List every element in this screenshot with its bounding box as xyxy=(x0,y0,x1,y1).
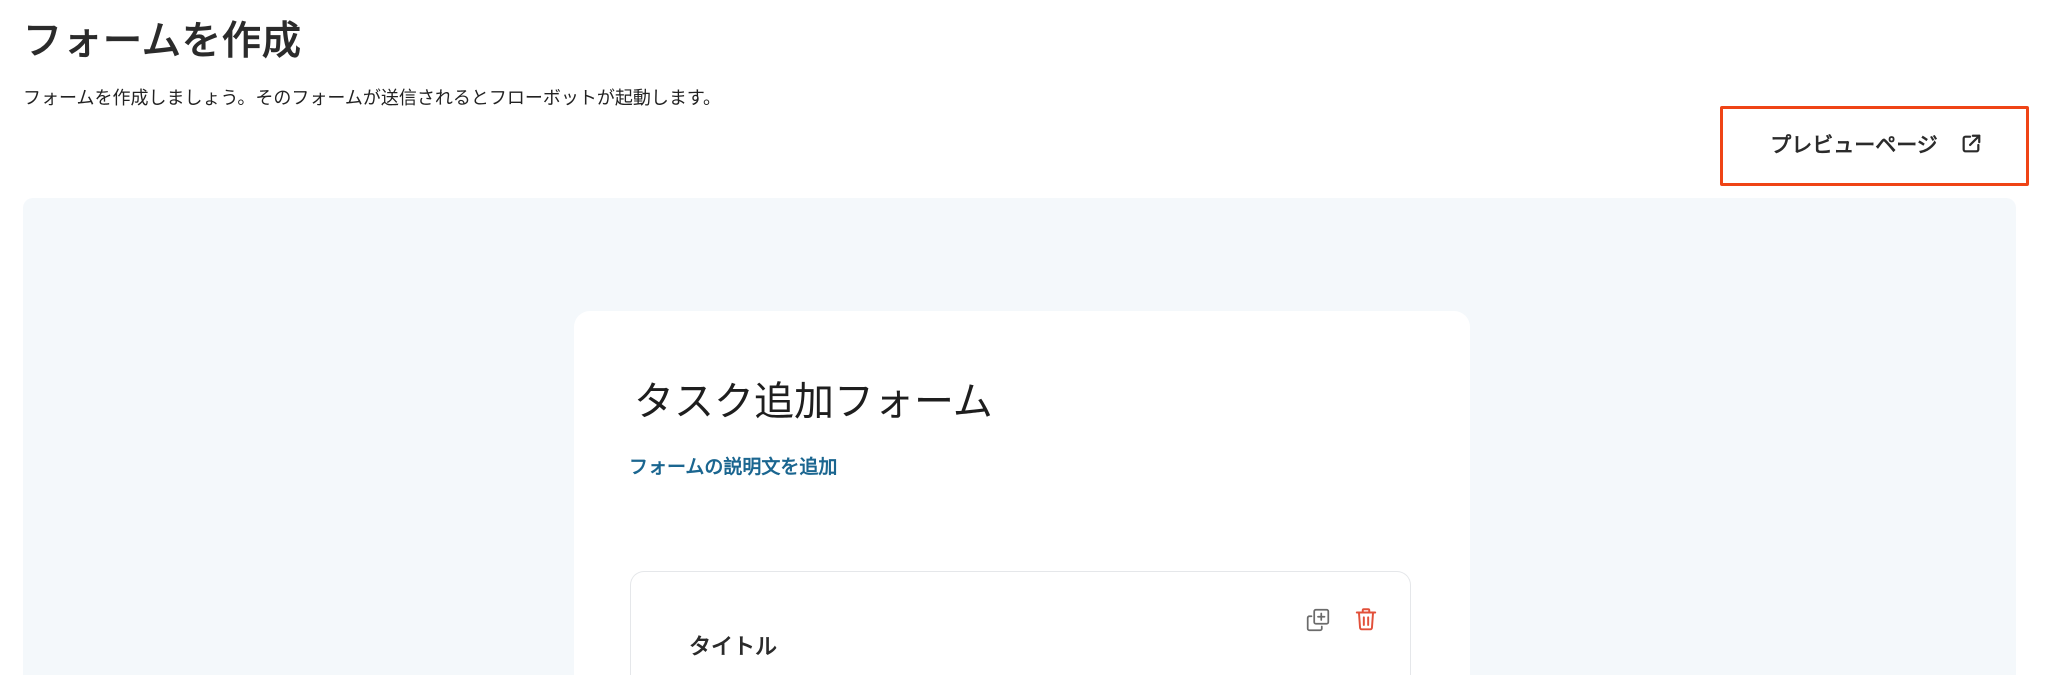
field-card[interactable]: タイトル xyxy=(630,571,1411,675)
add-description-link[interactable]: フォームの説明文を追加 xyxy=(629,452,837,479)
duplicate-field-button[interactable] xyxy=(1303,605,1333,635)
form-builder-page: フォームを作成 フォームを作成しましょう。そのフォームが送信されるとフローボット… xyxy=(0,0,2048,675)
preview-page-label: プレビューページ xyxy=(1770,133,1938,157)
duplicate-icon xyxy=(1306,608,1330,632)
form-title[interactable]: タスク追加フォーム xyxy=(634,369,993,427)
page-title: フォームを作成 xyxy=(23,19,302,64)
external-link-icon xyxy=(1960,133,1982,155)
preview-page-button[interactable]: プレビューページ xyxy=(1741,116,2011,172)
page-subtitle: フォームを作成しましょう。そのフォームが送信されるとフローボットが起動します。 xyxy=(23,88,722,109)
form-card: タスク追加フォーム フォームの説明文を追加 タイトル xyxy=(574,311,1470,675)
trash-icon xyxy=(1355,608,1377,631)
delete-field-button[interactable] xyxy=(1351,604,1381,634)
field-label: タイトル xyxy=(689,635,778,660)
